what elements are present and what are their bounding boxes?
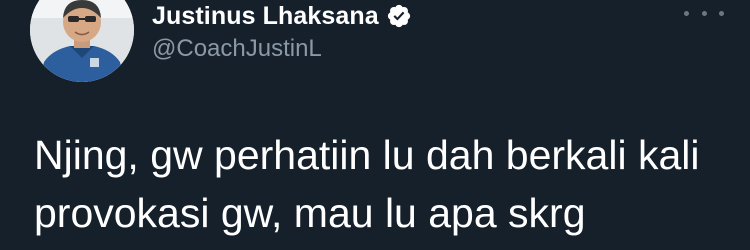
- author-handle[interactable]: @CoachJustinL: [152, 34, 322, 64]
- avatar[interactable]: [30, 0, 134, 82]
- more-dot: [701, 10, 707, 16]
- author-name[interactable]: Justinus Lhaksana: [152, 0, 379, 32]
- tweet-card: Justinus Lhaksana @CoachJustinL Njing, g…: [0, 0, 750, 250]
- more-dot: [719, 10, 724, 16]
- more-options-icon[interactable]: [684, 0, 724, 26]
- tweet-text-line: provokasi gw, mau lu apa skrg: [34, 190, 586, 236]
- tweet-text: Njing, gw perhatiin lu dah berkali kali …: [34, 126, 734, 242]
- author-name-row: Justinus Lhaksana: [152, 0, 412, 32]
- more-dot: [684, 10, 689, 16]
- tweet-text-line: Njing, gw perhatiin lu dah berkali kali: [34, 132, 700, 178]
- avatar-photo: [30, 0, 134, 82]
- verified-badge-icon: [386, 3, 412, 29]
